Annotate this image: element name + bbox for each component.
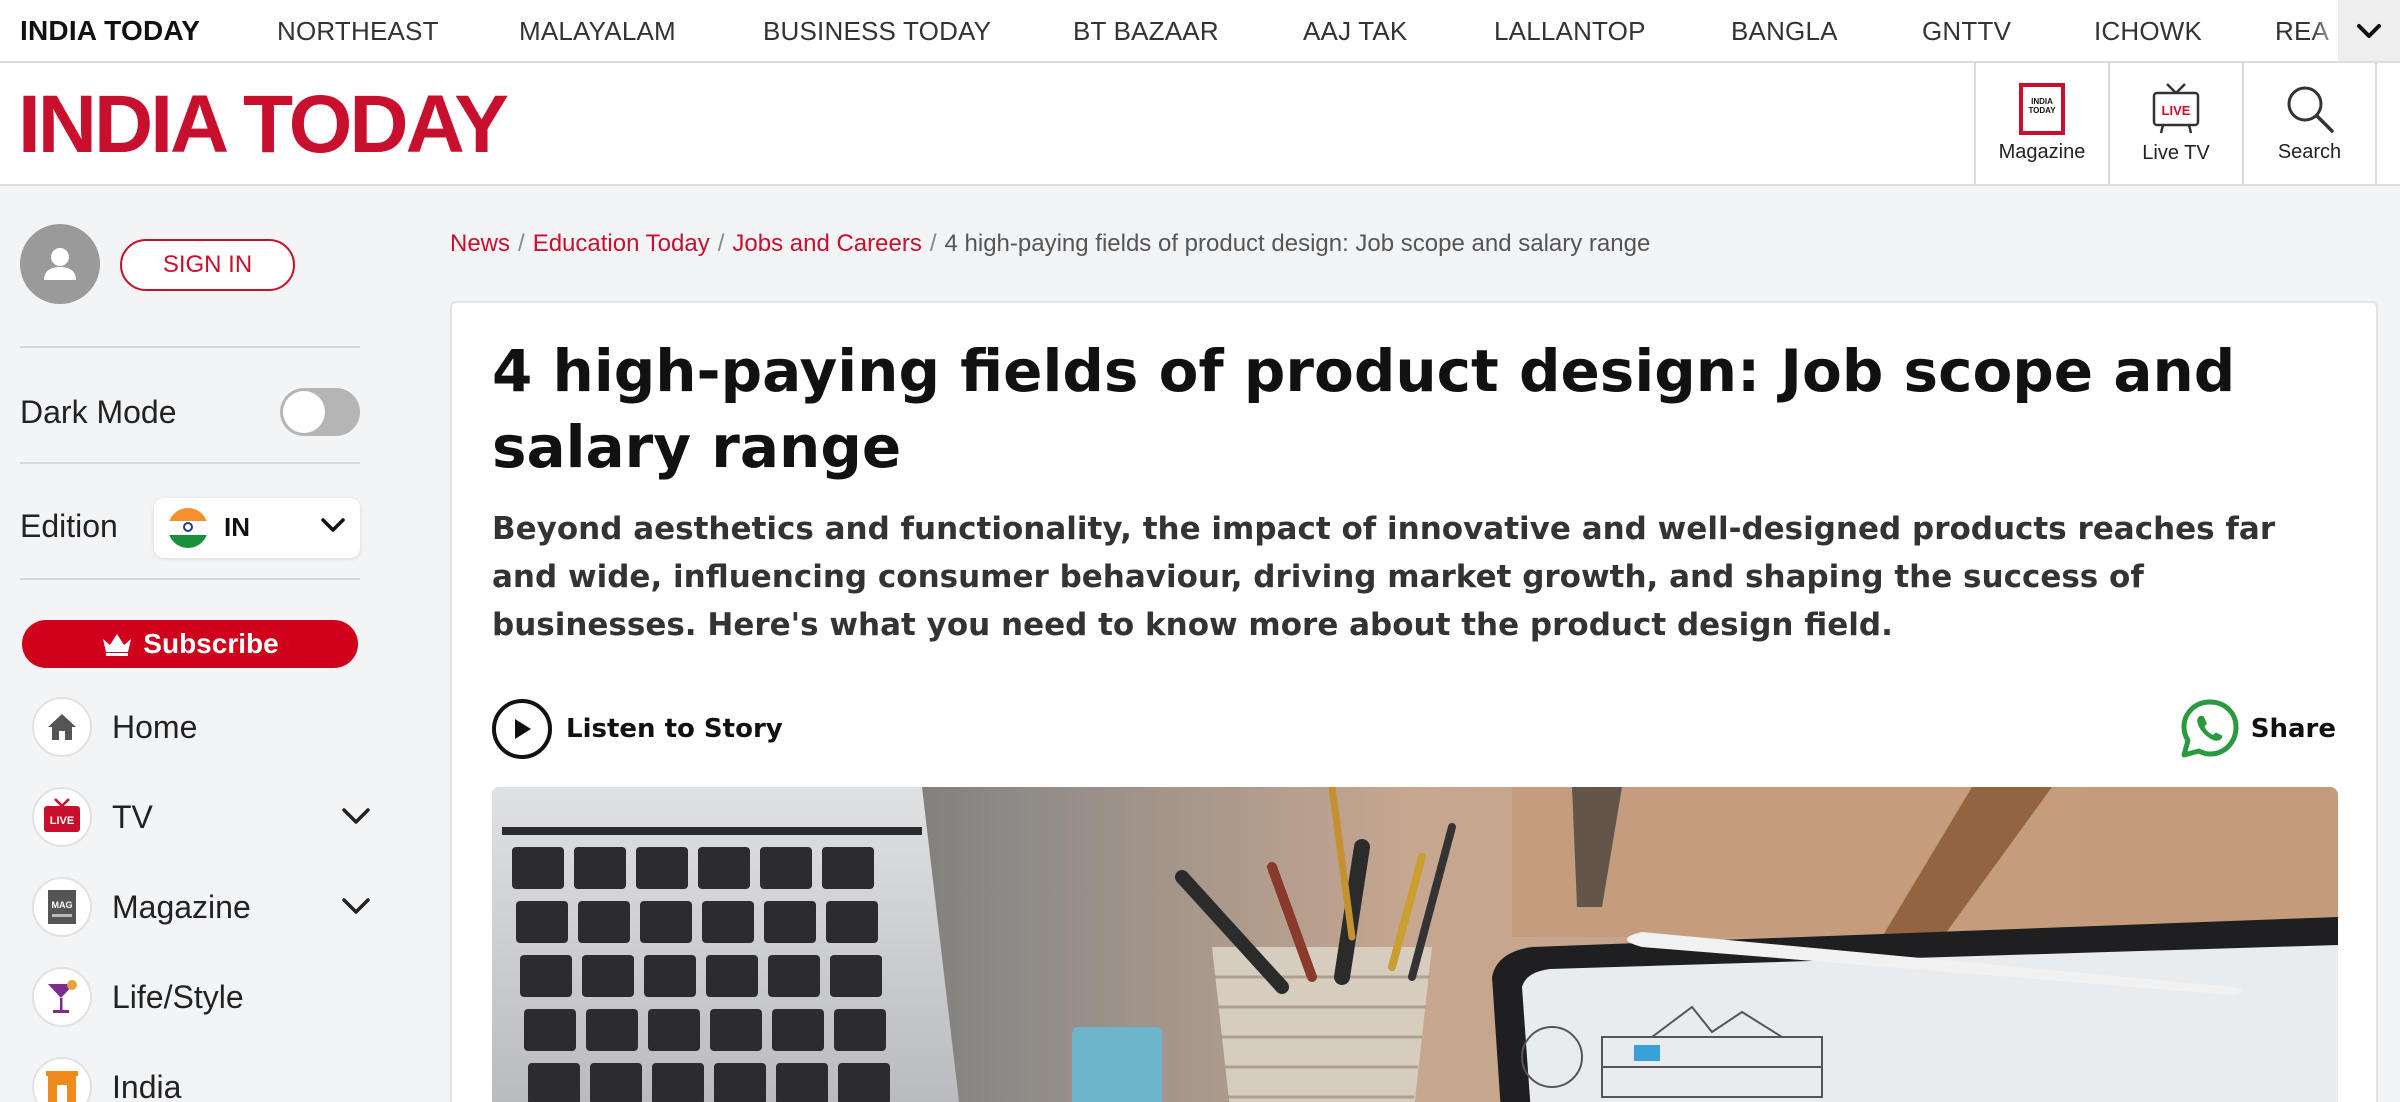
breadcrumb-link-jobs-and-careers[interactable]: Jobs and Careers [732,230,921,257]
sidebar-divider [20,462,360,464]
search-button[interactable]: Search [2242,63,2377,184]
breadcrumb-current: 4 high-paying fields of product design: … [944,230,1651,257]
dark-mode-toggle[interactable] [280,388,360,436]
listen-to-story-button[interactable]: Listen to Story [492,699,783,759]
breadcrumb-link-education-today[interactable]: Education Today [533,230,710,257]
breadcrumb-separator: / [929,230,937,257]
live-tv-icon: LIVE [32,787,92,847]
network-link-bt-bazaar[interactable]: BT BAZAAR [1073,16,1219,47]
sidebar-item-magazine[interactable]: MAG Magazine [32,877,372,941]
magazine-icon: MAG [32,877,92,937]
article-summary: Beyond aesthetics and functionality, the… [492,511,2276,643]
network-link-business-today[interactable]: BUSINESS TODAY [763,16,991,47]
share-label: Share [2250,714,2336,744]
listen-to-story-label: Listen to Story [566,714,783,744]
sidebar-item-label: India [112,1069,182,1102]
network-brand-link[interactable]: INDIA TODAY [20,15,200,47]
magazine-button[interactable]: INDIA TODAY Magazine [1974,63,2108,184]
network-link-northeast[interactable]: NORTHEAST [277,16,439,47]
crown-icon [103,634,132,656]
sidebar-item-lifestyle[interactable]: Life/Style [32,967,372,1031]
magazine-icon-text: MAG [52,900,73,910]
chevron-down-icon [2357,23,2381,38]
search-label: Search [2277,141,2342,163]
live-tv-icon: LIVE [2152,83,2200,134]
sidebar-divider [20,346,360,348]
breadcrumb: News / Education Today / Jobs and Careers / 4 … [450,230,1650,258]
subscribe-label: Subscribe [143,628,279,659]
chevron-down-icon[interactable] [340,805,372,827]
toggle-knob [283,391,325,433]
network-link-ichowk[interactable]: ICHOWK [2094,16,2202,47]
network-link-bangla[interactable]: BANGLA [1731,16,1838,47]
sidebar-item-label: Life/Style [112,979,244,1015]
main-content: News / Education Today / Jobs and Careers / 4 … [400,186,2400,1102]
network-more-button[interactable] [2338,0,2400,61]
breadcrumb-separator: / [518,230,525,257]
network-link-aaj-tak[interactable]: AAJ TAK [1303,16,1407,47]
sidebar: SIGN IN Dark Mode Edition IN Subscribe H… [0,186,400,1102]
live-tv-icon-text: LIVE [50,815,74,827]
sidebar-item-label: Magazine [112,889,251,925]
magazine-label: Magazine [1998,141,2086,163]
sidebar-item-tv[interactable]: LIVE TV [32,787,372,851]
network-bar: INDIA TODAY NORTHEAST MALAYALAM BUSINESS… [0,0,2400,63]
share-button[interactable]: Share [2179,697,2336,761]
magazine-icon: INDIA TODAY [2019,83,2065,135]
network-link-malayalam[interactable]: MALAYALAM [519,16,676,47]
india-gate-icon [32,1057,92,1102]
edition-label: Edition [20,508,118,544]
breadcrumb-separator: / [717,230,725,257]
sidebar-item-label: TV [112,799,153,835]
site-header: INDIA TODAY INDIA TODAY Magazine LIVE Li… [0,63,2400,186]
live-tv-button[interactable]: LIVE Live TV [2108,63,2242,184]
site-logo[interactable]: INDIA TODAY [18,81,509,169]
play-icon [492,699,552,759]
article-hero-image [492,787,2338,1102]
avatar[interactable] [20,224,100,304]
sidebar-item-label: Home [112,709,198,745]
article-title: 4 high-paying fields of product design: … [492,337,2236,481]
cocktail-icon [32,967,92,1027]
sidebar-item-india[interactable]: India [32,1057,372,1102]
sign-in-button[interactable]: SIGN IN [120,239,295,291]
edition-select[interactable]: IN [154,498,360,558]
user-icon [44,248,76,280]
article-card: 4 high-paying fields of product design: … [450,301,2378,1102]
network-link-gnttv[interactable]: GNTTV [1922,16,2011,47]
live-tv-label: Live TV [2142,142,2210,164]
search-icon [2287,86,2334,133]
edition-value: IN [224,512,250,542]
sidebar-item-home[interactable]: Home [32,697,372,761]
india-flag-icon [168,508,208,548]
breadcrumb-link-news[interactable]: News [450,230,510,257]
subscribe-button[interactable]: Subscribe [22,620,358,668]
live-tv-icon-text: LIVE [2162,103,2191,118]
sidebar-divider [20,578,360,580]
chevron-down-icon[interactable] [340,895,372,917]
home-icon [32,697,92,757]
network-link-lallantop[interactable]: LALLANTOP [1494,16,1646,47]
dark-mode-label: Dark Mode [20,394,177,430]
chevron-down-icon [321,518,345,532]
whatsapp-icon [2181,699,2239,758]
magazine-icon-text: INDIA TODAY [2028,97,2056,115]
